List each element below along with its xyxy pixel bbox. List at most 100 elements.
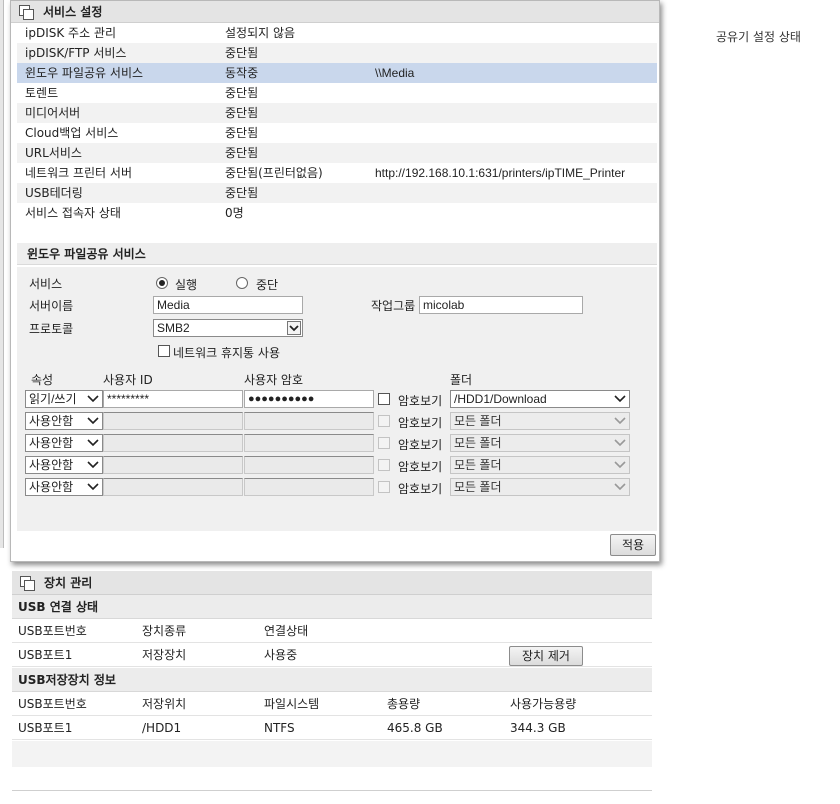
account-attr-select[interactable]: 사용안함 bbox=[25, 478, 103, 496]
device-management-header: 장치 관리 bbox=[12, 571, 652, 595]
account-folder-value: 모든 폴더 bbox=[454, 480, 502, 494]
service-status: 중단됨 bbox=[225, 186, 259, 200]
account-password-input[interactable]: ●●●●●●●●●● bbox=[244, 390, 374, 408]
chevron-down-icon bbox=[87, 394, 99, 404]
connection-value: 사용중 bbox=[264, 648, 298, 662]
account-folder-select[interactable]: 모든 폴더 bbox=[450, 434, 630, 452]
remove-device-button[interactable]: 장치 제거 bbox=[509, 646, 583, 666]
chevron-down-icon bbox=[87, 482, 99, 492]
storage-header-row: USB포트번호 저장위치 파일시스템 총용량 사용가능용량 bbox=[12, 692, 652, 716]
account-attr-value: 읽기/쓰기 bbox=[29, 392, 77, 406]
folder-column-header: 폴더 bbox=[450, 373, 473, 387]
router-status-link[interactable]: 공유기 설정 상태 bbox=[716, 28, 801, 45]
chevron-down-icon bbox=[87, 438, 99, 448]
usb-port-value: USB포트1 bbox=[18, 648, 73, 662]
show-password-checkbox[interactable] bbox=[378, 481, 390, 493]
service-name: USB테더링 bbox=[25, 186, 83, 200]
account-user-input[interactable] bbox=[103, 478, 243, 496]
chevron-down-icon bbox=[614, 438, 626, 448]
usb-status-header-row: USB포트번호 장치종류 연결상태 bbox=[12, 619, 652, 643]
protocol-value: SMB2 bbox=[157, 321, 190, 335]
show-password-label: 암호보기 bbox=[398, 482, 443, 496]
storage-location-value: /HDD1 bbox=[142, 721, 182, 735]
protocol-label: 프로토콜 bbox=[29, 322, 74, 336]
account-folder-select[interactable]: 모든 폴더 bbox=[450, 478, 630, 496]
chevron-down-icon bbox=[287, 321, 301, 335]
service-name: URL서비스 bbox=[25, 146, 82, 160]
protocol-select[interactable]: SMB2 bbox=[153, 319, 303, 337]
show-password-checkbox[interactable] bbox=[378, 459, 390, 471]
service-name: 미디어서버 bbox=[25, 106, 81, 120]
show-password-label: 암호보기 bbox=[398, 438, 443, 452]
storage-footer bbox=[12, 741, 652, 767]
service-settings-panel: 서비스 설정 ipDISK 주소 관리 설정되지 않음 ipDISK/FTP 서… bbox=[10, 0, 660, 562]
account-user-input[interactable] bbox=[103, 456, 243, 474]
account-user-input[interactable] bbox=[103, 412, 243, 430]
show-password-checkbox[interactable] bbox=[378, 393, 390, 405]
filesystem-value: NTFS bbox=[264, 721, 295, 735]
account-user-input[interactable] bbox=[103, 434, 243, 452]
service-status: 중단됨(프린터없음) bbox=[225, 166, 323, 180]
window-icon bbox=[20, 575, 35, 591]
service-row-smb[interactable]: 윈도우 파일공유 서비스 동작중 \\Media bbox=[17, 63, 657, 83]
service-status: 중단됨 bbox=[225, 106, 259, 120]
service-row-cloud: Cloud백업 서비스 중단됨 bbox=[17, 123, 657, 143]
account-folder-value: /HDD1/Download bbox=[454, 392, 547, 406]
stop-radio[interactable] bbox=[236, 277, 248, 289]
account-user-input[interactable]: ********* bbox=[103, 390, 243, 408]
attr-column-header: 속성 bbox=[31, 373, 54, 387]
account-password-input[interactable] bbox=[244, 434, 374, 452]
service-name: Cloud백업 서비스 bbox=[25, 126, 119, 140]
chevron-down-icon bbox=[614, 394, 626, 404]
service-row-url: URL서비스 중단됨 bbox=[17, 143, 657, 163]
background-window-edge bbox=[0, 0, 4, 548]
smb-section-title: 윈도우 파일공유 서비스 bbox=[17, 243, 657, 265]
device-management-title: 장치 관리 bbox=[44, 576, 93, 590]
service-name: 서비스 접속자 상태 bbox=[25, 206, 121, 220]
account-folder-select[interactable]: 모든 폴더 bbox=[450, 456, 630, 474]
account-attr-value: 사용안함 bbox=[29, 436, 74, 450]
server-name-input[interactable]: Media bbox=[153, 296, 303, 314]
usb-port-header: USB포트번호 bbox=[18, 624, 87, 638]
show-password-label: 암호보기 bbox=[398, 416, 443, 430]
account-attr-select[interactable]: 읽기/쓰기 bbox=[25, 390, 103, 408]
apply-button[interactable]: 적용 bbox=[610, 534, 656, 556]
show-password-checkbox[interactable] bbox=[378, 437, 390, 449]
account-password-input[interactable] bbox=[244, 412, 374, 430]
account-folder-select[interactable]: /HDD1/Download bbox=[450, 390, 630, 408]
account-password-input[interactable] bbox=[244, 456, 374, 474]
service-status: 중단됨 bbox=[225, 126, 259, 140]
service-settings-title: 서비스 설정 bbox=[43, 5, 103, 19]
show-password-checkbox[interactable] bbox=[378, 415, 390, 427]
service-name: ipDISK/FTP 서비스 bbox=[25, 46, 127, 60]
total-capacity-header: 총용량 bbox=[387, 697, 421, 711]
usb-port-value: USB포트1 bbox=[18, 721, 73, 735]
usb-port-header: USB포트번호 bbox=[18, 697, 87, 711]
show-password-label: 암호보기 bbox=[398, 394, 443, 408]
service-status: 동작중 bbox=[225, 66, 259, 80]
service-row-ftp: ipDISK/FTP 서비스 중단됨 bbox=[17, 43, 657, 63]
account-folder-select[interactable]: 모든 폴더 bbox=[450, 412, 630, 430]
recycle-label: 네트워크 휴지통 사용 bbox=[173, 346, 280, 360]
usb-status-row: USB포트1 저장장치 사용중 장치 제거 bbox=[12, 643, 652, 667]
service-row-users: 서비스 접속자 상태 0명 bbox=[17, 203, 657, 223]
account-password-input[interactable] bbox=[244, 478, 374, 496]
account-attr-select[interactable]: 사용안함 bbox=[25, 456, 103, 474]
service-row-ipdisk: ipDISK 주소 관리 설정되지 않음 bbox=[17, 23, 657, 43]
service-status: 0명 bbox=[225, 206, 244, 220]
storage-row: USB포트1 /HDD1 NTFS 465.8 GB 344.3 GB bbox=[12, 716, 652, 740]
user-column-header: 사용자 ID bbox=[103, 373, 153, 387]
account-attr-value: 사용안함 bbox=[29, 480, 74, 494]
available-capacity-value: 344.3 GB bbox=[510, 721, 566, 735]
service-name: ipDISK 주소 관리 bbox=[25, 26, 117, 40]
account-attr-select[interactable]: 사용안함 bbox=[25, 412, 103, 430]
run-radio[interactable] bbox=[156, 277, 168, 289]
account-folder-value: 모든 폴더 bbox=[454, 414, 502, 428]
account-attr-select[interactable]: 사용안함 bbox=[25, 434, 103, 452]
workgroup-input[interactable]: micolab bbox=[419, 296, 583, 314]
recycle-checkbox[interactable] bbox=[158, 345, 170, 357]
service-label: 서비스 bbox=[29, 277, 63, 291]
service-row-media: 미디어서버 중단됨 bbox=[17, 103, 657, 123]
chevron-down-icon bbox=[614, 416, 626, 426]
service-name: 토렌트 bbox=[25, 86, 59, 100]
